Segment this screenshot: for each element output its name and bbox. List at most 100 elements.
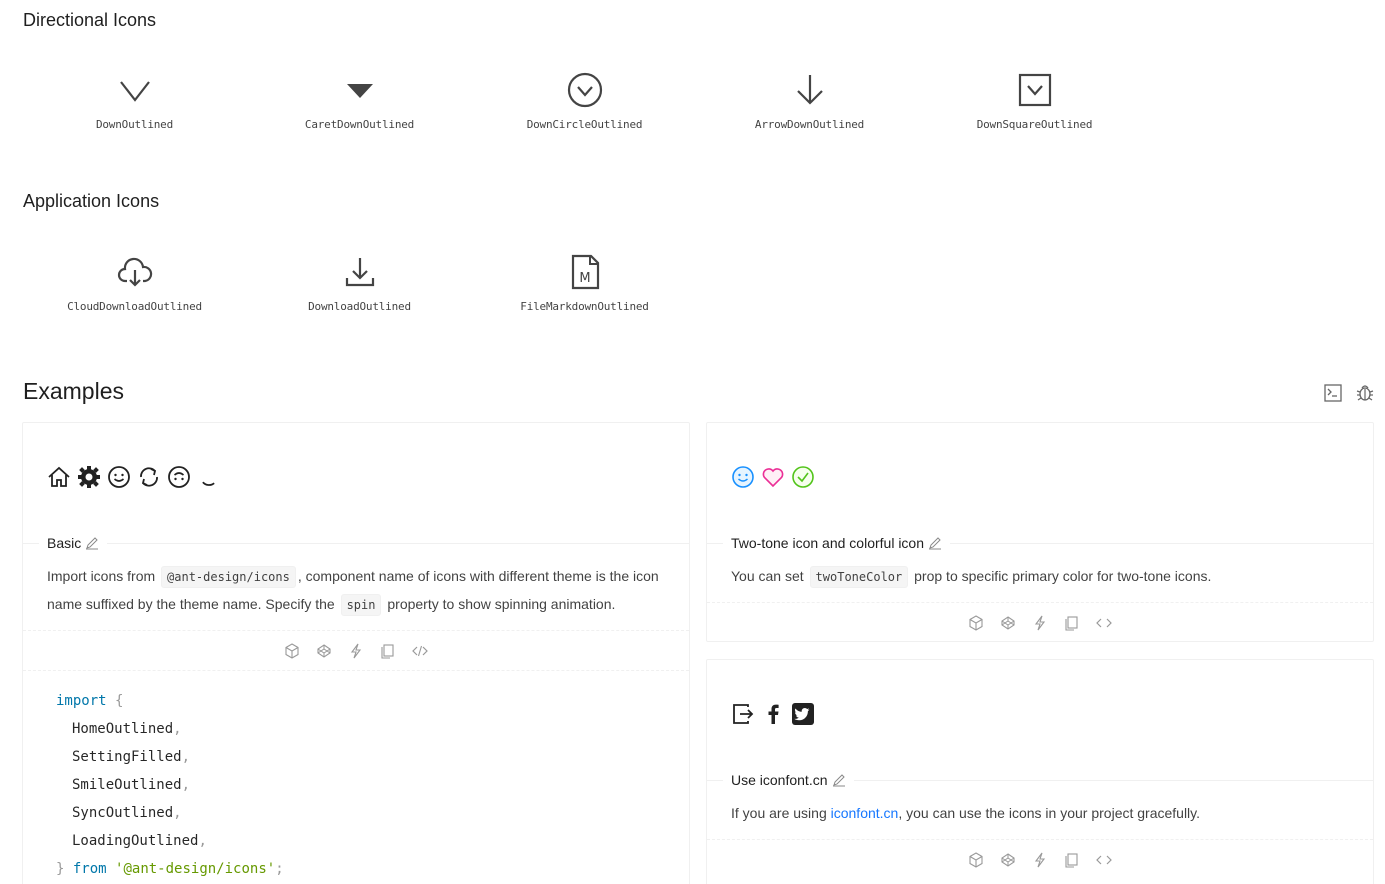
code-ident: LoadingOutlined	[72, 833, 199, 849]
iconfont-desc-text: , you can use the icons in your project …	[898, 805, 1201, 821]
code-string: '@ant-design/icons'	[115, 861, 276, 877]
twotone-meta-title: Two-tone icon and colorful icon	[707, 535, 1373, 551]
icon-cell-cloud-download-outlined[interactable]: CloudDownloadOutlined	[22, 234, 247, 334]
iconfont-title[interactable]: Use iconfont.cn	[731, 772, 828, 788]
iconfont-title-wrap: Use iconfont.cn	[723, 772, 854, 788]
copy-icon[interactable]	[1064, 615, 1080, 631]
down-circle-icon	[567, 72, 602, 108]
smile-twotone-icon	[732, 466, 754, 488]
icon-cell-down-square-outlined[interactable]: DownSquareOutlined	[922, 52, 1147, 152]
expand-code-icon[interactable]	[412, 643, 428, 659]
example-card-basic: Basic Import icons from @ant-design/icon…	[22, 422, 690, 884]
codesandbox-icon[interactable]	[968, 851, 984, 868]
thunderbolt-icon[interactable]	[1032, 615, 1048, 631]
code-line: HomeOutlined,	[72, 721, 182, 737]
basic-desc-text: property to show spinning animation.	[387, 596, 616, 612]
code-ident: SmileOutlined	[72, 777, 182, 793]
thunderbolt-icon[interactable]	[348, 643, 364, 659]
edit-icon[interactable]	[928, 536, 942, 550]
section-title-directional: Directional Icons	[23, 10, 157, 30]
iconfont-desc-text: If you are using	[731, 805, 827, 821]
svg-text:M: M	[579, 271, 590, 286]
code-ident: HomeOutlined	[72, 721, 174, 737]
iconfont-demo	[707, 702, 839, 726]
edit-icon[interactable]	[832, 773, 846, 787]
code-line: SyncOutlined,	[72, 805, 182, 821]
icon-cell-arrow-down-outlined[interactable]: ArrowDownOutlined	[697, 52, 922, 152]
code-ident: SyncOutlined	[72, 805, 174, 821]
twotone-title[interactable]: Two-tone icon and colorful icon	[731, 535, 924, 551]
icon-name: DownCircleOutlined	[526, 118, 643, 131]
codepen-icon[interactable]	[1000, 615, 1016, 631]
code-punc: }	[56, 861, 65, 877]
twotone-demo	[707, 465, 839, 489]
twotone-code: twoToneColor	[809, 566, 909, 588]
download-icon	[345, 258, 374, 287]
basic-description: Import icons from @ant-design/icons, com…	[47, 562, 665, 618]
code-punc: ;	[275, 861, 284, 877]
heart-twotone-icon	[762, 468, 784, 488]
iconfont-description: If you are using iconfont.cn, you can us…	[731, 799, 1349, 827]
codepen-icon[interactable]	[1000, 852, 1016, 868]
twotone-desc-text: You can set	[731, 568, 804, 584]
arrow-down-icon	[796, 75, 823, 105]
icon-name: DownloadOutlined	[308, 300, 411, 313]
terminal-icon[interactable]	[1323, 383, 1343, 403]
smile-spin-icon	[168, 466, 190, 488]
iconfont-actions	[707, 839, 1373, 879]
copy-icon[interactable]	[380, 643, 396, 659]
logout-icon	[733, 704, 754, 724]
icon-cell-file-markdown-outlined[interactable]: M FileMarkdownOutlined	[472, 234, 697, 334]
section-title-application: Application Icons	[23, 191, 160, 211]
code-line: } from '@ant-design/icons';	[56, 855, 657, 883]
icon-name: CaretDownOutlined	[304, 118, 415, 131]
expand-code-icon[interactable]	[1096, 615, 1112, 631]
icon-name: DownSquareOutlined	[976, 118, 1093, 131]
icon-cell-down-outlined[interactable]: DownOutlined	[22, 52, 247, 152]
code-line: SmileOutlined,	[72, 777, 191, 793]
icon-name: CloudDownloadOutlined	[67, 300, 202, 313]
codesandbox-icon[interactable]	[968, 614, 984, 631]
twotone-desc-text: prop to specific primary color for two-t…	[914, 568, 1212, 584]
home-icon	[48, 466, 70, 487]
smile-icon	[108, 466, 130, 488]
code-ident: SettingFilled	[72, 749, 182, 765]
basic-demo	[23, 465, 245, 489]
codepen-icon[interactable]	[316, 643, 332, 659]
caret-down-icon	[346, 84, 373, 98]
codesandbox-icon[interactable]	[284, 642, 300, 659]
icon-name: ArrowDownOutlined	[754, 118, 865, 131]
examples-title: Examples	[23, 378, 124, 404]
edit-icon[interactable]	[85, 536, 99, 550]
thunderbolt-icon[interactable]	[1032, 852, 1048, 868]
setting-icon	[78, 466, 100, 488]
cloud-download-icon	[117, 257, 152, 287]
icon-name: DownOutlined	[95, 118, 174, 131]
twitter-icon	[792, 703, 814, 725]
expand-code-icon[interactable]	[1096, 852, 1112, 868]
basic-title-wrap: Basic	[39, 535, 108, 551]
copy-icon[interactable]	[1064, 852, 1080, 868]
code-line: LoadingOutlined,	[72, 833, 207, 849]
twotone-description: You can set twoToneColor prop to specifi…	[731, 562, 1349, 590]
sync-icon	[140, 467, 158, 487]
facebook-icon	[768, 704, 779, 724]
twotone-title-wrap: Two-tone icon and colorful icon	[723, 535, 950, 551]
code-punc: {	[115, 693, 124, 709]
bug-icon[interactable]	[1355, 383, 1375, 403]
code-keyword: import	[56, 693, 107, 709]
icon-cell-caret-down-outlined[interactable]: CaretDownOutlined	[247, 52, 472, 152]
loading-icon	[202, 481, 215, 486]
basic-code-spin: spin	[340, 594, 382, 616]
basic-desc-text: Import icons from	[47, 568, 156, 584]
directional-icon-grid: DownOutlined CaretDownOutlined DownCircl…	[22, 52, 1147, 152]
basic-code-import: @ant-design/icons	[161, 566, 296, 588]
check-circle-twotone-icon	[792, 466, 814, 488]
icon-cell-down-circle-outlined[interactable]: DownCircleOutlined	[472, 52, 697, 152]
application-icon-grid: CloudDownloadOutlined DownloadOutlined M…	[22, 234, 697, 334]
iconfont-link[interactable]: iconfont.cn	[831, 805, 899, 821]
icon-cell-download-outlined[interactable]: DownloadOutlined	[247, 234, 472, 334]
down-square-icon	[1018, 73, 1051, 107]
down-outlined-icon	[119, 81, 150, 102]
basic-title[interactable]: Basic	[47, 535, 81, 551]
